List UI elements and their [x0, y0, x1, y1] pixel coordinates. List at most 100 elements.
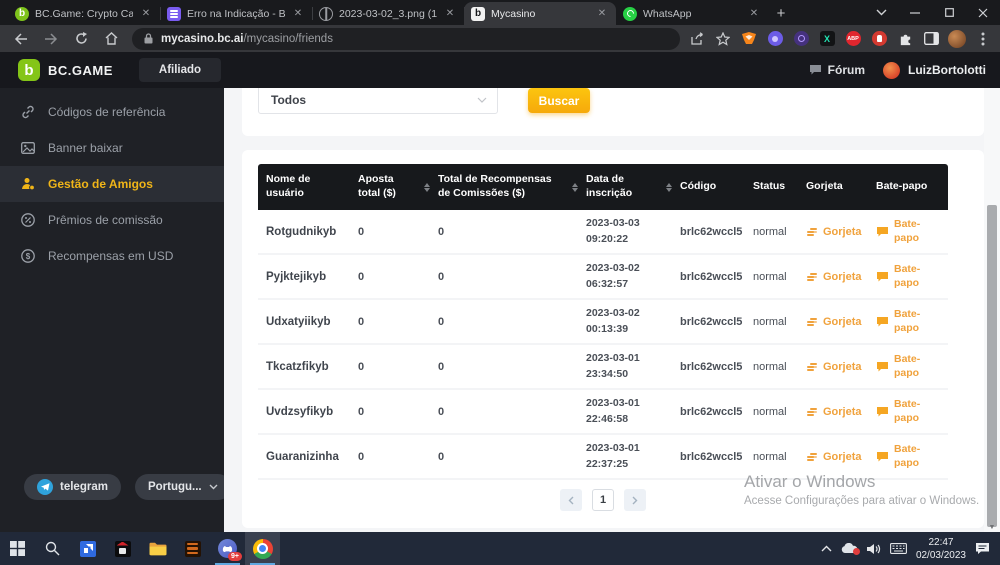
- adblock-plus-extension-icon[interactable]: ABP: [844, 30, 862, 48]
- file-explorer-icon[interactable]: [140, 532, 175, 565]
- cell-status: normal: [745, 271, 798, 283]
- chat-link[interactable]: Bate-papo: [868, 398, 948, 425]
- pagination-next-button[interactable]: [624, 489, 646, 511]
- forward-button[interactable]: [38, 27, 64, 51]
- chat-link[interactable]: Bate-papo: [868, 443, 948, 470]
- window-close-button[interactable]: [966, 0, 1000, 25]
- volume-icon[interactable]: [867, 543, 881, 555]
- forum-link[interactable]: Fórum: [809, 63, 865, 77]
- action-center-icon[interactable]: [975, 542, 990, 555]
- tip-link[interactable]: Gorjeta: [798, 271, 868, 283]
- share-icon[interactable]: [688, 30, 706, 48]
- column-header-data[interactable]: Data de inscrição: [578, 173, 672, 200]
- taskbar-search-icon[interactable]: [35, 532, 70, 565]
- chat-link[interactable]: Bate-papo: [868, 218, 948, 245]
- cell-rewards-total: 0: [430, 226, 578, 238]
- tip-link[interactable]: Gorjeta: [798, 316, 868, 328]
- friend-type-select[interactable]: Todos: [258, 88, 498, 114]
- chat-link[interactable]: Bate-papo: [868, 308, 948, 335]
- cell-code: brlc62wccl5: [672, 226, 745, 238]
- sidebar: Códigos de referência Banner baixar Gest…: [0, 88, 224, 532]
- dark-purple-extension-icon[interactable]: [792, 30, 810, 48]
- tab-whatsapp[interactable]: WhatsApp ✕: [616, 2, 768, 25]
- cell-username: Guaranizinha: [258, 451, 350, 463]
- address-bar[interactable]: mycasino.bc.ai/mycasino/friends: [132, 28, 680, 50]
- tab-close-icon[interactable]: ✕: [443, 7, 457, 21]
- teal-x-extension-icon[interactable]: X: [818, 30, 836, 48]
- globe-favicon: [319, 7, 333, 21]
- amd-radeon-app-icon[interactable]: [70, 532, 105, 565]
- blocker-hand-extension-icon[interactable]: [870, 30, 888, 48]
- bcgame-logo-icon[interactable]: b: [18, 59, 40, 81]
- new-tab-button[interactable]: +: [768, 3, 794, 25]
- tab-close-icon[interactable]: ✕: [139, 7, 153, 21]
- chat-bubble-icon: [876, 316, 889, 328]
- window-minimize-button[interactable]: [898, 0, 932, 25]
- purple-wallet-extension-icon[interactable]: [766, 30, 784, 48]
- user-avatar[interactable]: [883, 62, 900, 79]
- sidebar-item-codigos-referencia[interactable]: Códigos de referência: [0, 94, 224, 130]
- chrome-taskbar-icon[interactable]: [245, 532, 280, 565]
- column-header-nome: Nome de usuário: [258, 173, 350, 200]
- scrollbar-thumb[interactable]: [987, 205, 997, 527]
- chat-link[interactable]: Bate-papo: [868, 353, 948, 380]
- sidebar-item-gestao-amigos[interactable]: Gestão de Amigos: [0, 166, 224, 202]
- dragon-center-app-icon[interactable]: [105, 532, 140, 565]
- tab-png-image[interactable]: 2023-03-02_3.png (1024×76 ✕: [312, 2, 464, 25]
- language-select-button[interactable]: Portugu...: [135, 474, 231, 500]
- keyboard-icon[interactable]: [890, 543, 907, 554]
- window-maximize-button[interactable]: [932, 0, 966, 25]
- discord-app-icon[interactable]: 9+: [210, 532, 245, 565]
- start-button[interactable]: [0, 532, 35, 565]
- back-button[interactable]: [8, 27, 34, 51]
- bookmark-star-icon[interactable]: [714, 30, 732, 48]
- chat-link[interactable]: Bate-papo: [868, 263, 948, 290]
- tip-link[interactable]: Gorjeta: [798, 226, 868, 238]
- search-button[interactable]: Buscar: [528, 88, 590, 113]
- metamask-extension-icon[interactable]: [740, 30, 758, 48]
- browser-menu-icon[interactable]: [974, 30, 992, 48]
- pagination-prev-button[interactable]: [560, 489, 582, 511]
- tab-mycasino-active[interactable]: b Mycasino ✕: [464, 2, 616, 25]
- sidebar-item-banner-baixar[interactable]: Banner baixar: [0, 130, 224, 166]
- cell-bet-total: 0: [350, 406, 430, 418]
- table-row: Udxatyiikyb 0 0 2023-03-02 00:13:39 brlc…: [258, 300, 948, 345]
- tab-close-icon[interactable]: ✕: [595, 7, 609, 21]
- onedrive-cloud-icon[interactable]: [841, 543, 858, 554]
- sidebar-item-recompensas-usd[interactable]: $ Recompensas em USD: [0, 238, 224, 274]
- side-panel-icon[interactable]: [922, 30, 940, 48]
- site-header: b BC.GAME Afiliado Fórum LuizBortolotti: [0, 52, 1000, 88]
- tab-search-chevron-icon[interactable]: [864, 0, 898, 25]
- sidebar-item-label: Gestão de Amigos: [48, 177, 153, 191]
- tab-bcgame[interactable]: b BC.Game: Crypto Casino Gam ✕: [8, 2, 160, 25]
- column-header-aposta[interactable]: Aposta total ($): [350, 173, 430, 200]
- tip-link[interactable]: Gorjeta: [798, 361, 868, 373]
- stacked-bars-app-icon[interactable]: [175, 532, 210, 565]
- taskbar-clock[interactable]: 22:47 02/03/2023: [916, 536, 966, 562]
- tab-title: 2023-03-02_3.png (1024×76: [339, 8, 437, 20]
- mycasino-favicon: b: [471, 7, 485, 21]
- tip-link[interactable]: Gorjeta: [798, 406, 868, 418]
- extensions-puzzle-icon[interactable]: [896, 30, 914, 48]
- cell-status: normal: [745, 451, 798, 463]
- afiliado-button[interactable]: Afiliado: [139, 58, 221, 82]
- pagination-current-page[interactable]: 1: [592, 489, 614, 511]
- cell-username: Tkcatzfikyb: [258, 361, 350, 373]
- tray-expand-chevron-icon[interactable]: [821, 545, 832, 552]
- telegram-button[interactable]: telegram: [24, 474, 121, 500]
- tab-close-icon[interactable]: ✕: [291, 7, 305, 21]
- home-button[interactable]: [98, 27, 124, 51]
- cell-rewards-total: 0: [430, 451, 578, 463]
- reload-button[interactable]: [68, 27, 94, 51]
- column-header-gorjeta: Gorjeta: [798, 180, 868, 194]
- browser-profile-avatar[interactable]: [948, 30, 966, 48]
- username[interactable]: LuizBortolotti: [908, 63, 986, 77]
- tip-link[interactable]: Gorjeta: [798, 451, 868, 463]
- chevron-down-icon: [209, 484, 218, 490]
- sidebar-item-premios-comissao[interactable]: Prêmios de comissão: [0, 202, 224, 238]
- column-header-recompensas[interactable]: Total de Recompensas de Comissões ($): [430, 173, 578, 200]
- tab-close-icon[interactable]: ✕: [747, 7, 761, 21]
- scrollbar-down-arrow[interactable]: ▼: [984, 524, 1000, 531]
- tab-erro-indicacao[interactable]: Erro na Indicação - BC.Game ✕: [160, 2, 312, 25]
- cell-bet-total: 0: [350, 361, 430, 373]
